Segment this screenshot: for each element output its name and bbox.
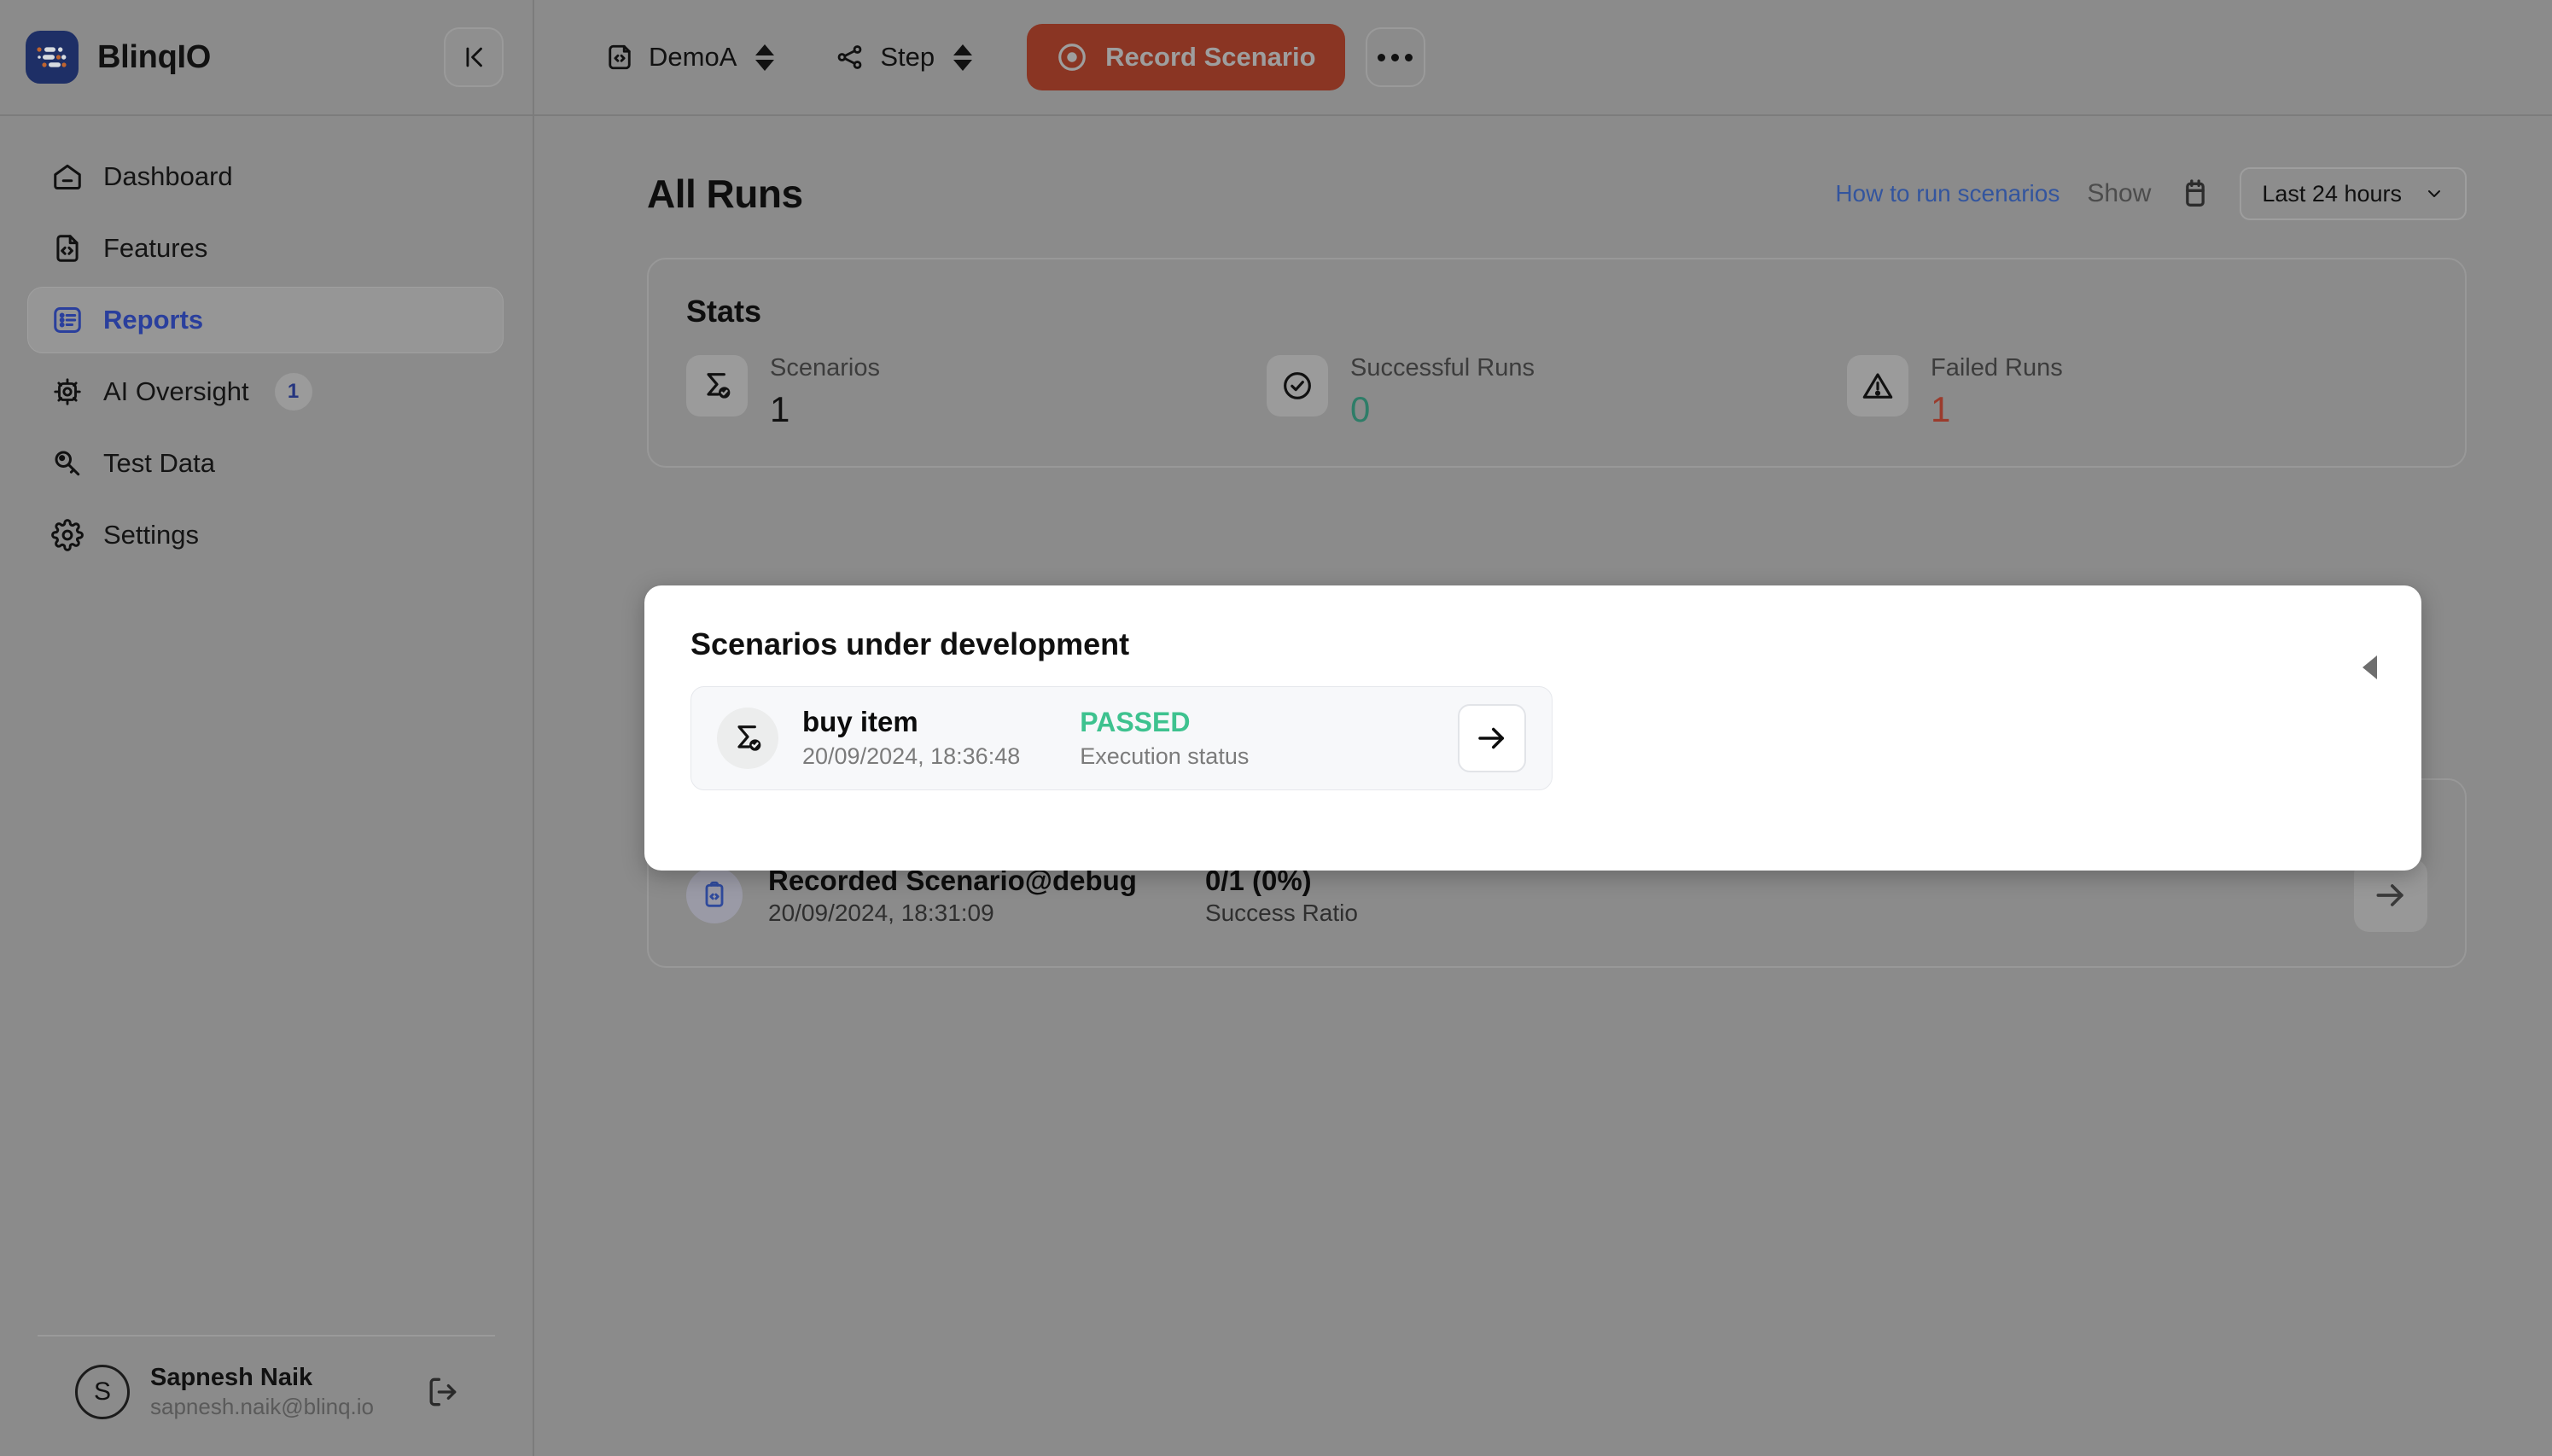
sidebar-item-reports[interactable]: Reports (27, 287, 504, 353)
more-options-button[interactable] (1365, 27, 1425, 87)
record-scenario-button[interactable]: Record Scenario (1027, 24, 1345, 90)
project-selector[interactable]: DemoA (592, 33, 786, 81)
page-header: All Runs How to run scenarios Show Last … (647, 167, 2467, 220)
stats-title: Stats (686, 294, 762, 329)
step-selector[interactable]: Step (824, 33, 984, 81)
user-email: sapnesh.naik@blinq.io (150, 1394, 375, 1420)
stat-value: 1 (770, 388, 790, 429)
gear-icon (50, 518, 84, 552)
brand-name: BlinqIO (97, 38, 211, 75)
topbar: DemoA Step Record Scenario (534, 0, 2552, 116)
home-icon (50, 160, 84, 194)
sidebar-item-label: AI Oversight (103, 376, 249, 406)
sidebar-item-label: Settings (103, 520, 200, 550)
sigma-check-icon (686, 355, 748, 416)
ellipsis-icon (1391, 53, 1400, 61)
show-label: Show (2087, 179, 2152, 207)
sidebar-nav: Dashboard Features Reports AI Oversight … (0, 116, 533, 568)
sidebar-item-label: Reports (103, 305, 204, 335)
collapse-sidebar-button[interactable] (444, 27, 504, 87)
scenario-open-button[interactable] (1458, 704, 1526, 772)
sidebar: BlinqIO Dashboard Features Reports AI Ov… (0, 0, 534, 1456)
step-label: Step (880, 42, 935, 72)
check-circle-icon (1267, 355, 1328, 416)
how-to-run-scenarios-link[interactable]: How to run scenarios (1835, 180, 2060, 207)
avatar: S (75, 1364, 130, 1419)
stat-value: 1 (1931, 388, 1951, 429)
stats-row: Scenarios 1 Successful Runs 0 Failed Run… (686, 354, 2427, 432)
stat-label: Failed Runs (1931, 354, 2063, 381)
scenario-row[interactable]: buy item 20/09/2024, 18:36:48 PASSED Exe… (690, 686, 1553, 790)
ellipsis-icon (1405, 53, 1413, 61)
scenario-date: 20/09/2024, 18:36:48 (802, 743, 1021, 770)
stat-label: Successful Runs (1350, 354, 1535, 381)
user-name: Sapnesh Naik (150, 1363, 313, 1391)
arrow-right-icon (2376, 884, 2403, 907)
chevron-updown-icon (755, 44, 775, 71)
stat-scenarios: Scenarios 1 (686, 354, 1267, 432)
file-code-icon (50, 231, 84, 265)
list-report-icon (50, 303, 84, 337)
key-icon (50, 446, 84, 480)
stat-label: Scenarios (770, 354, 880, 381)
blinqio-logo-icon (26, 31, 79, 84)
page-header-actions: How to run scenarios Show Last 24 hours (1835, 167, 2467, 220)
record-circle-icon (1056, 41, 1088, 73)
project-code-icon (604, 42, 635, 73)
sidebar-item-label: Test Data (103, 448, 215, 478)
warning-icon (1847, 355, 1908, 416)
sidebar-header: BlinqIO (0, 0, 533, 116)
arrow-right-icon (1478, 727, 1504, 749)
calendar-icon (2178, 177, 2212, 211)
sidebar-item-features[interactable]: Features (27, 215, 504, 282)
chevron-updown-icon (953, 44, 973, 71)
run-date: 20/09/2024, 18:31:09 (768, 899, 994, 926)
time-range-value: Last 24 hours (2262, 180, 2402, 207)
stat-value: 0 (1350, 388, 1371, 429)
page-title: All Runs (647, 172, 803, 216)
scenarios-under-development-card: Scenarios under development buy item 20/… (644, 585, 2421, 871)
run-success-ratio-label: Success Ratio (1204, 899, 1358, 926)
ellipsis-icon (1378, 53, 1386, 61)
chevron-down-icon (2428, 190, 2440, 197)
clipboard-code-icon (686, 867, 743, 924)
scenario-status-label: Execution status (1080, 743, 1250, 769)
record-scenario-label: Record Scenario (1105, 42, 1316, 72)
scenario-status: PASSED (1080, 706, 1191, 737)
ai-gear-icon (50, 375, 84, 409)
logout-button[interactable] (423, 1373, 461, 1411)
sidebar-user-footer: S Sapnesh Naik sapnesh.naik@blinq.io (38, 1334, 495, 1456)
status-badge: 1 (274, 373, 312, 411)
sidebar-item-label: Dashboard (103, 161, 233, 191)
stats-card: Stats Scenarios 1 Successful Runs 0 Fail… (647, 258, 2467, 469)
flow-nodes-icon (836, 42, 866, 73)
time-range-select[interactable]: Last 24 hours (2240, 167, 2467, 220)
sidebar-item-ai-oversight[interactable]: AI Oversight 1 (27, 358, 504, 425)
stat-successful-runs: Successful Runs 0 (1267, 354, 1847, 432)
sidebar-item-label: Features (103, 233, 208, 263)
sidebar-item-settings[interactable]: Settings (27, 502, 504, 568)
carousel-prev-icon[interactable] (2363, 655, 2377, 679)
scenario-name: buy item (802, 706, 918, 738)
stat-failed-runs: Failed Runs 1 (1847, 354, 2427, 432)
sidebar-item-dashboard[interactable]: Dashboard (27, 143, 504, 210)
sidebar-item-test-data[interactable]: Test Data (27, 430, 504, 497)
scenarios-under-development-title: Scenarios under development (690, 626, 1130, 661)
sigma-check-icon (717, 708, 778, 769)
project-label: DemoA (649, 42, 737, 72)
